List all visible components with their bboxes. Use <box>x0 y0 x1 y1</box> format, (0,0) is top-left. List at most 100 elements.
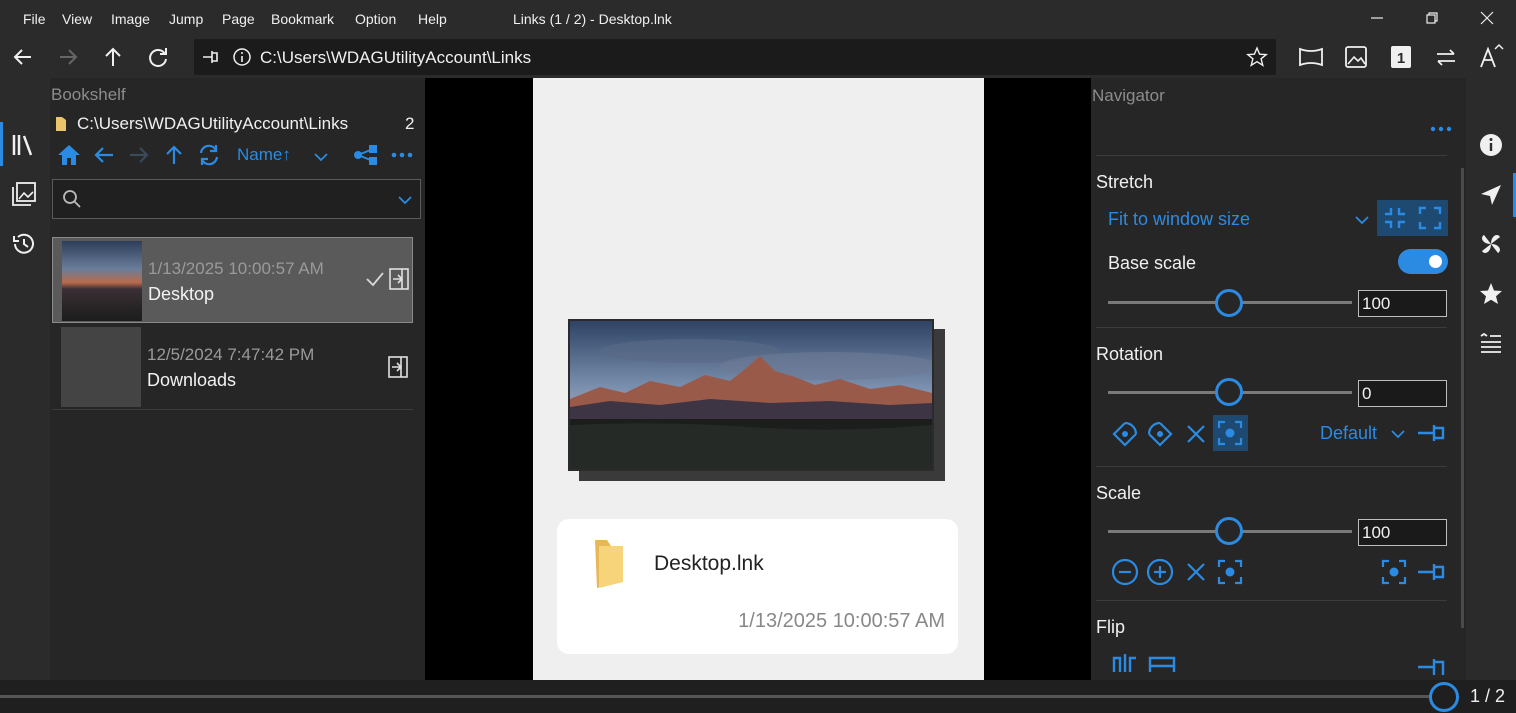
info-icon[interactable] <box>232 47 252 67</box>
checkmark-icon <box>365 269 385 289</box>
scale-pin-icon[interactable] <box>1416 559 1446 585</box>
open-item-icon[interactable] <box>388 267 410 291</box>
menu-help[interactable]: Help <box>418 11 447 27</box>
navigator-scrollbar[interactable] <box>1461 168 1464 628</box>
navigator-more-icon[interactable] <box>1429 120 1453 138</box>
address-path[interactable]: C:\Users\WDAGUtilityAccount\Links <box>260 48 531 68</box>
search-chevron-down-icon[interactable] <box>397 192 413 208</box>
bookshelf-up-icon[interactable] <box>161 142 187 168</box>
card-file-date: 1/13/2025 10:00:57 AM <box>738 610 945 632</box>
rotation-slider-knob[interactable] <box>1215 378 1243 406</box>
sort-selector[interactable]: Name↑ <box>237 145 291 165</box>
right-rail <box>1466 78 1516 680</box>
base-scale-slider-knob[interactable] <box>1215 289 1243 317</box>
item-name: Desktop <box>148 284 215 304</box>
rotate-right-icon[interactable] <box>1145 419 1175 449</box>
page-slider-knob[interactable] <box>1429 682 1459 712</box>
bookshelf-back-icon[interactable] <box>91 142 117 168</box>
item-thumbnail <box>61 327 141 407</box>
back-icon[interactable] <box>9 43 37 71</box>
flip-horizontal-icon[interactable] <box>1110 652 1140 672</box>
pages-list-icon[interactable] <box>1478 330 1504 356</box>
menu-view[interactable]: View <box>62 11 92 27</box>
pagelist-icon[interactable] <box>11 181 37 207</box>
item-thumbnail <box>62 241 142 321</box>
restore-icon[interactable] <box>1422 8 1442 28</box>
menu-page[interactable]: Page <box>222 11 255 27</box>
zoom-out-icon[interactable] <box>1110 557 1140 587</box>
information-icon[interactable] <box>1478 132 1504 158</box>
rotate-left-icon[interactable] <box>1110 419 1140 449</box>
single-page-icon[interactable]: 1 <box>1387 43 1415 71</box>
page-slider-bar: 1 / 2 <box>0 680 1516 713</box>
rotation-reset-icon[interactable] <box>1184 422 1208 446</box>
navigator-title: Navigator <box>1092 86 1165 105</box>
minimize-icon[interactable] <box>1367 8 1387 28</box>
rotation-chevron-down-icon[interactable] <box>1390 426 1406 442</box>
rotation-snap-icon[interactable] <box>1217 420 1243 446</box>
rotation-pin-icon[interactable] <box>1416 420 1446 446</box>
favorite-star-icon[interactable] <box>1478 281 1504 307</box>
fit-inward-icon[interactable] <box>1383 206 1407 230</box>
star-icon[interactable] <box>1246 46 1268 68</box>
font-size-icon[interactable] <box>1477 43 1505 71</box>
refresh-icon[interactable] <box>144 43 172 71</box>
rotation-default-select[interactable]: Default <box>1320 423 1377 444</box>
search-icon <box>62 189 82 209</box>
folder-icon <box>591 538 627 588</box>
bookshelf-forward-icon[interactable] <box>126 142 152 168</box>
zoom-in-icon[interactable] <box>1145 557 1175 587</box>
bookshelf-item-desktop[interactable]: 1/13/2025 10:00:57 AM Desktop <box>52 237 413 323</box>
menu-jump[interactable]: Jump <box>169 11 203 27</box>
forward-icon[interactable] <box>54 43 82 71</box>
bookshelf-icon[interactable] <box>11 132 37 158</box>
base-scale-input[interactable]: 100 <box>1358 290 1447 317</box>
toggle-knob <box>1429 255 1442 268</box>
menu-option[interactable]: Option <box>355 11 396 27</box>
more-icon[interactable] <box>389 142 415 168</box>
sort-chevron-down-icon[interactable] <box>313 149 329 165</box>
flip-vertical-icon[interactable] <box>1146 652 1178 672</box>
bookshelf-count: 2 <box>405 114 415 133</box>
file-card[interactable]: Desktop.lnk 1/13/2025 10:00:57 AM <box>557 519 958 654</box>
stretch-chevron-down-icon[interactable] <box>1354 212 1370 228</box>
scale-snap-icon[interactable] <box>1217 559 1243 585</box>
navigator-icon[interactable] <box>1478 182 1504 208</box>
page-slider-track[interactable] <box>0 695 1430 698</box>
bookshelf-search-input[interactable] <box>52 179 421 219</box>
swap-direction-icon[interactable] <box>1432 43 1460 71</box>
scale-reset-icon[interactable] <box>1184 560 1208 584</box>
menu-file[interactable]: File <box>23 11 46 27</box>
address-bar[interactable]: C:\Users\WDAGUtilityAccount\Links <box>194 39 1276 75</box>
base-scale-toggle[interactable] <box>1398 249 1448 274</box>
section-divider <box>1096 327 1447 328</box>
image-viewer[interactable]: Desktop.lnk 1/13/2025 10:00:57 AM <box>425 78 1091 680</box>
image-view-icon[interactable] <box>1342 43 1370 71</box>
stretch-mode-select[interactable]: Fit to window size <box>1108 209 1250 230</box>
flip-pin-icon[interactable] <box>1416 655 1446 675</box>
section-divider <box>1096 600 1447 601</box>
menu-bookmark[interactable]: Bookmark <box>271 11 334 27</box>
section-divider <box>1096 155 1447 156</box>
scale-fit-icon[interactable] <box>1381 559 1407 585</box>
effect-icon[interactable] <box>1478 231 1504 257</box>
base-scale-label: Base scale <box>1108 253 1197 273</box>
folder-icon <box>55 116 67 132</box>
close-icon[interactable] <box>1477 8 1497 28</box>
pin-icon[interactable] <box>200 47 220 67</box>
menu-image[interactable]: Image <box>111 11 150 27</box>
home-icon[interactable] <box>56 142 82 168</box>
scale-slider-knob[interactable] <box>1215 517 1243 545</box>
bookshelf-item-downloads[interactable]: 12/5/2024 7:47:42 PM Downloads <box>52 324 413 410</box>
two-page-icon[interactable] <box>1297 43 1325 71</box>
page-indicator: 1 / 2 <box>1470 686 1506 706</box>
bookshelf-refresh-icon[interactable] <box>196 142 222 168</box>
history-icon[interactable] <box>11 231 37 257</box>
share-icon[interactable] <box>353 142 379 168</box>
open-item-icon[interactable] <box>387 355 409 379</box>
fullscreen-icon[interactable] <box>1418 206 1442 230</box>
scale-input[interactable]: 100 <box>1358 519 1447 546</box>
up-icon[interactable] <box>99 43 127 71</box>
window-title: Links (1 / 2) - Desktop.lnk <box>513 11 672 27</box>
rotation-input[interactable]: 0 <box>1358 380 1447 407</box>
